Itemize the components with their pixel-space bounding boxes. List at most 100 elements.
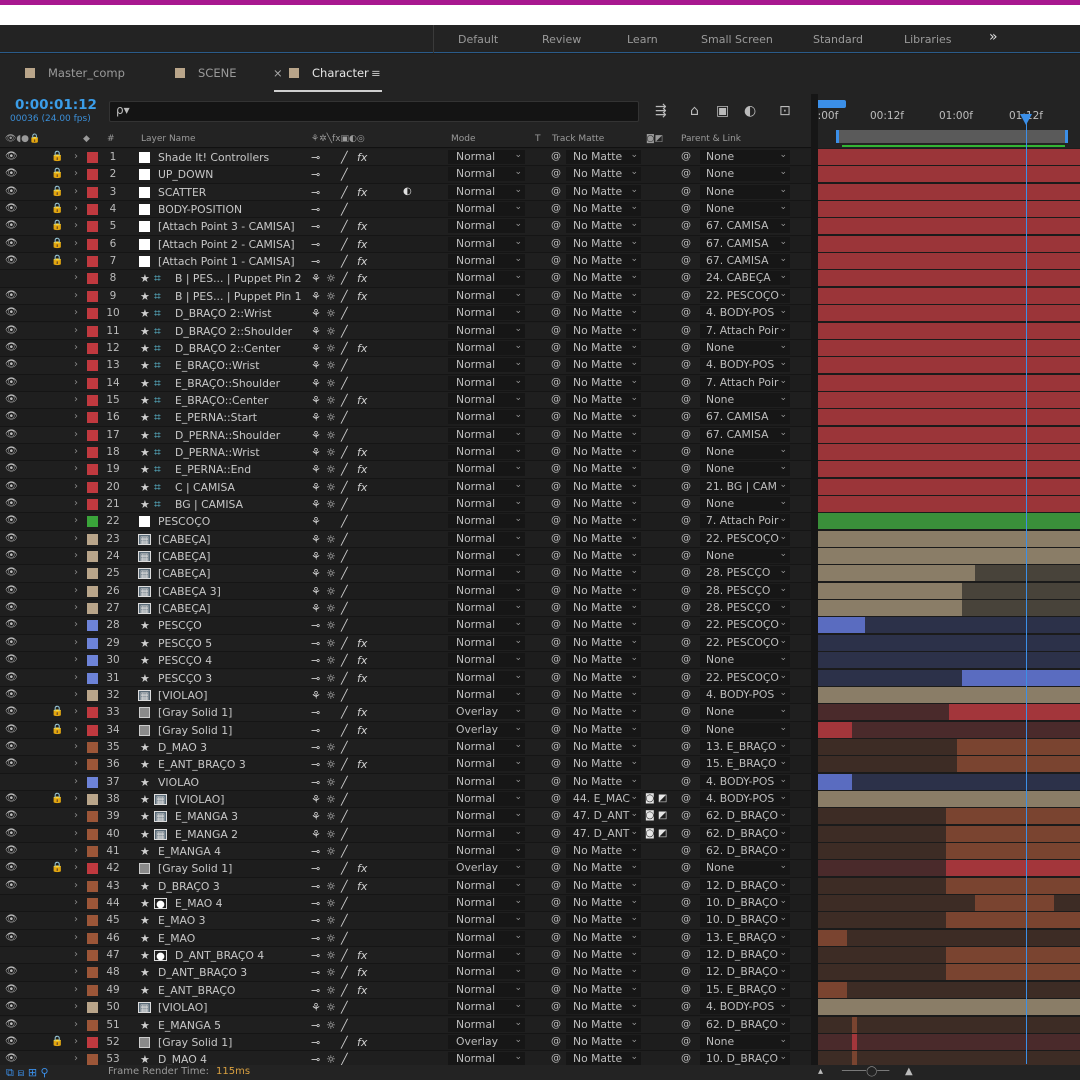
layer-name[interactable]: PESCÇO bbox=[158, 619, 202, 632]
graph-editor-icon[interactable]: ⊡ bbox=[779, 103, 791, 119]
track-matte-pickwhip-icon[interactable]: @ bbox=[551, 828, 561, 839]
visibility-eye-icon[interactable]: 👁 bbox=[5, 446, 18, 457]
parent-dropdown[interactable]: 7. Attach Poir ⌄ bbox=[700, 323, 790, 338]
quality-switch-icon[interactable]: ╱ bbox=[341, 932, 348, 945]
collapse-switch-icon[interactable]: ☼ bbox=[326, 689, 336, 702]
expand-twirl-icon[interactable]: › bbox=[74, 151, 78, 162]
layer-bar[interactable] bbox=[818, 357, 1080, 374]
track-matte-dropdown[interactable]: No Matte ⌄ bbox=[566, 618, 641, 633]
expand-twirl-icon[interactable]: › bbox=[74, 238, 78, 249]
blend-mode-dropdown[interactable]: Normal ⌄ bbox=[448, 878, 525, 893]
track-matte-dropdown[interactable]: No Matte ⌄ bbox=[566, 392, 641, 407]
track-matte-pickwhip-icon[interactable]: @ bbox=[551, 845, 561, 856]
collapse-switch-icon[interactable]: ☼ bbox=[326, 533, 336, 546]
expand-twirl-icon[interactable]: › bbox=[74, 325, 78, 336]
quality-switch-icon[interactable]: ╱ bbox=[341, 1001, 348, 1014]
shy-switch-icon[interactable]: ⊸ bbox=[311, 845, 320, 858]
blend-mode-dropdown[interactable]: Overlay ⌄ bbox=[448, 1034, 525, 1049]
layer-row[interactable]: 👁 › 17 ★ ⌗ D_PERNA::Shoulder ⚘ ☼ ╱ Normal ⌄ @ No Mat… bbox=[0, 426, 811, 444]
layer-bar[interactable] bbox=[852, 1016, 858, 1033]
shy-switch-icon[interactable]: ⊸ bbox=[311, 897, 320, 910]
collapse-switch-icon[interactable]: ☼ bbox=[326, 498, 336, 511]
layer-name[interactable]: UP_DOWN bbox=[158, 168, 213, 181]
visibility-eye-icon[interactable]: 👁 bbox=[5, 515, 18, 526]
track-matte-pickwhip-icon[interactable]: @ bbox=[551, 793, 561, 804]
effects-fx-icon[interactable]: fx bbox=[357, 446, 367, 459]
motion-blur-icon[interactable]: ◐ bbox=[744, 103, 756, 119]
parent-pickwhip-icon[interactable]: @ bbox=[681, 758, 691, 769]
blend-mode-dropdown[interactable]: Normal ⌄ bbox=[448, 583, 525, 598]
workspace-learn[interactable]: Learn bbox=[627, 33, 658, 46]
label-color-swatch[interactable] bbox=[87, 950, 98, 962]
effects-fx-icon[interactable]: fx bbox=[357, 949, 367, 962]
quality-switch-icon[interactable]: ╱ bbox=[341, 220, 348, 233]
quality-switch-icon[interactable]: ╱ bbox=[341, 307, 348, 320]
layer-name[interactable]: E_ANT_BRAÇO 3 bbox=[158, 758, 246, 771]
expand-twirl-icon[interactable]: › bbox=[74, 706, 78, 717]
layer-name[interactable]: BODY-POSITION bbox=[158, 203, 242, 216]
layer-row[interactable]: 👁 › 36 ★ E_ANT_BRAÇO 3 ⊸ ☼ ╱ fx Normal ⌄ @ No Matte ⌄… bbox=[0, 756, 811, 774]
layer-row[interactable]: 👁 🔒 › 34 [Gray Solid 1] ⊸ ╱ fx Overlay ⌄ @ No Matte… bbox=[0, 721, 811, 739]
quality-switch-icon[interactable]: ╱ bbox=[341, 619, 348, 632]
parent-pickwhip-icon[interactable]: @ bbox=[681, 342, 691, 353]
track-matte-pickwhip-icon[interactable]: @ bbox=[551, 637, 561, 648]
layer-row[interactable]: 👁 › 43 ★ D_BRAÇO 3 ⊸ ☼ ╱ fx Normal ⌄ @ No Matte ⌄ @12.… bbox=[0, 877, 811, 896]
effects-fx-icon[interactable]: fx bbox=[357, 706, 367, 719]
expand-twirl-icon[interactable]: › bbox=[74, 845, 78, 856]
track-matte-dropdown[interactable]: No Matte ⌄ bbox=[566, 514, 641, 529]
shy-switch-icon[interactable]: ⚘ bbox=[311, 411, 321, 424]
expand-twirl-icon[interactable]: › bbox=[74, 1036, 78, 1047]
layer-row[interactable]: 👁 › 28 ★ PESCÇO ⊸ ☼ ╱ Normal ⌄ @ No Matte ⌄ @22. PESC… bbox=[0, 617, 811, 635]
expand-twirl-icon[interactable]: › bbox=[74, 654, 78, 665]
collapse-switch-icon[interactable]: ☼ bbox=[326, 325, 336, 338]
label-color-swatch[interactable] bbox=[87, 863, 98, 875]
label-color-swatch[interactable] bbox=[87, 689, 98, 701]
track-matte-dropdown[interactable]: No Matte ⌄ bbox=[566, 1000, 641, 1015]
quality-switch-icon[interactable]: ╱ bbox=[341, 342, 348, 355]
label-color-swatch[interactable] bbox=[87, 759, 98, 771]
expand-twirl-icon[interactable]: › bbox=[74, 567, 78, 578]
blend-mode-dropdown[interactable]: Normal ⌄ bbox=[448, 236, 525, 251]
parent-pickwhip-icon[interactable]: @ bbox=[681, 272, 691, 283]
layer-bar[interactable] bbox=[946, 877, 1080, 894]
layer-bar[interactable] bbox=[818, 686, 1080, 703]
layer-name[interactable]: SCATTER bbox=[158, 186, 206, 199]
parent-pickwhip-icon[interactable]: @ bbox=[681, 619, 691, 630]
track-matte-dropdown[interactable]: No Matte ⌄ bbox=[566, 427, 641, 442]
label-color-swatch[interactable] bbox=[87, 1054, 98, 1066]
layer-bar[interactable] bbox=[818, 443, 1080, 460]
blend-mode-dropdown[interactable]: Normal ⌄ bbox=[448, 288, 525, 303]
quality-switch-icon[interactable]: ╱ bbox=[341, 238, 348, 251]
quality-switch-icon[interactable]: ╱ bbox=[341, 429, 348, 442]
shy-switch-icon[interactable]: ⚘ bbox=[311, 481, 321, 494]
track-matte-pickwhip-icon[interactable]: @ bbox=[551, 776, 561, 787]
label-color-swatch[interactable] bbox=[87, 707, 98, 719]
visibility-eye-icon[interactable]: 👁 bbox=[5, 533, 18, 544]
label-color-swatch[interactable] bbox=[87, 620, 98, 632]
blend-mode-dropdown[interactable]: Normal ⌄ bbox=[448, 254, 525, 269]
shy-switch-icon[interactable]: ⚘ bbox=[311, 689, 321, 702]
label-color-swatch[interactable] bbox=[87, 915, 98, 927]
blend-mode-dropdown[interactable]: Normal ⌄ bbox=[448, 826, 525, 841]
blend-mode-dropdown[interactable]: Normal ⌄ bbox=[448, 323, 525, 338]
shy-switch-icon[interactable]: ⊸ bbox=[311, 741, 320, 754]
track-matte-pickwhip-icon[interactable]: @ bbox=[551, 706, 561, 717]
layer-bar[interactable] bbox=[818, 235, 1080, 252]
track-matte-pickwhip-icon[interactable]: @ bbox=[551, 862, 561, 873]
layer-bar[interactable] bbox=[818, 600, 963, 617]
track-matte-pickwhip-icon[interactable]: @ bbox=[551, 481, 561, 492]
track-matte-pickwhip-icon[interactable]: @ bbox=[551, 914, 561, 925]
label-color-swatch[interactable] bbox=[87, 828, 98, 840]
layer-bar[interactable] bbox=[818, 253, 1080, 270]
expand-twirl-icon[interactable]: › bbox=[74, 203, 78, 214]
shy-switch-icon[interactable]: ⊸ bbox=[311, 776, 320, 789]
parent-pickwhip-icon[interactable]: @ bbox=[681, 932, 691, 943]
visibility-eye-icon[interactable]: 👁 bbox=[5, 1036, 18, 1047]
expand-twirl-icon[interactable]: › bbox=[74, 758, 78, 769]
lock-icon[interactable]: 🔒 bbox=[51, 255, 63, 266]
workspace-small-screen[interactable]: Small Screen bbox=[701, 33, 773, 46]
label-color-swatch[interactable] bbox=[87, 1002, 98, 1014]
layer-row[interactable]: 👁 › 51 ★ E_MANGA 5 ⊸ ☼ ╱ Normal ⌄ @ No Matte ⌄ @62. D… bbox=[0, 1016, 811, 1034]
blend-mode-dropdown[interactable]: Normal ⌄ bbox=[448, 184, 525, 199]
shy-switch-icon[interactable]: ⊸ bbox=[311, 637, 320, 650]
